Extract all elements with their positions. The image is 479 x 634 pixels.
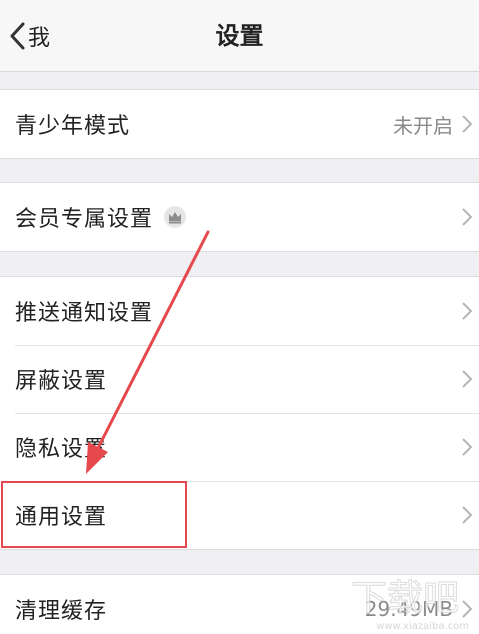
chevron-right-icon [461, 437, 473, 461]
chevron-right-icon [461, 505, 473, 529]
settings-group-vip: 会员专属设置 [0, 182, 479, 252]
setting-label: 隐私设置 [15, 437, 108, 462]
setting-label: 推送通知设置 [15, 301, 154, 326]
settings-group-youth: 青少年模式 未开启 [0, 89, 479, 159]
setting-label: 会员专属设置 [15, 207, 154, 232]
setting-row-youth-mode[interactable]: 青少年模式 未开启 [0, 90, 479, 158]
setting-label: 青少年模式 [15, 114, 131, 139]
setting-row-block[interactable]: 屏蔽设置 [0, 345, 479, 413]
setting-row-privacy[interactable]: 隐私设置 [0, 413, 479, 481]
setting-row-general[interactable]: 通用设置 [0, 481, 479, 549]
chevron-right-icon [461, 207, 473, 231]
chevron-right-icon [461, 369, 473, 393]
crown-icon [163, 205, 187, 229]
setting-row-vip[interactable]: 会员专属设置 [0, 183, 479, 251]
setting-label: 清理缓存 [15, 599, 108, 624]
settings-screen: 我 设置 青少年模式 未开启 会员专属设置 推送通知设置 屏蔽设置 隐私设置 通… [0, 0, 479, 634]
setting-value: 未开启 [393, 113, 453, 138]
settings-group-main: 推送通知设置 屏蔽设置 隐私设置 通用设置 [0, 276, 479, 550]
watermark-logo: 下载吧 www.xiazaiba.com [335, 572, 475, 633]
setting-label: 通用设置 [15, 505, 108, 530]
setting-label: 屏蔽设置 [15, 369, 108, 394]
chevron-right-icon [461, 114, 473, 138]
svg-text:下载吧: 下载吧 [351, 578, 459, 619]
chevron-right-icon [461, 301, 473, 325]
nav-bar: 我 设置 [0, 0, 479, 72]
page-title: 设置 [215, 22, 264, 50]
watermark-url: www.xiazaiba.com [376, 621, 469, 632]
setting-row-push[interactable]: 推送通知设置 [0, 277, 479, 345]
